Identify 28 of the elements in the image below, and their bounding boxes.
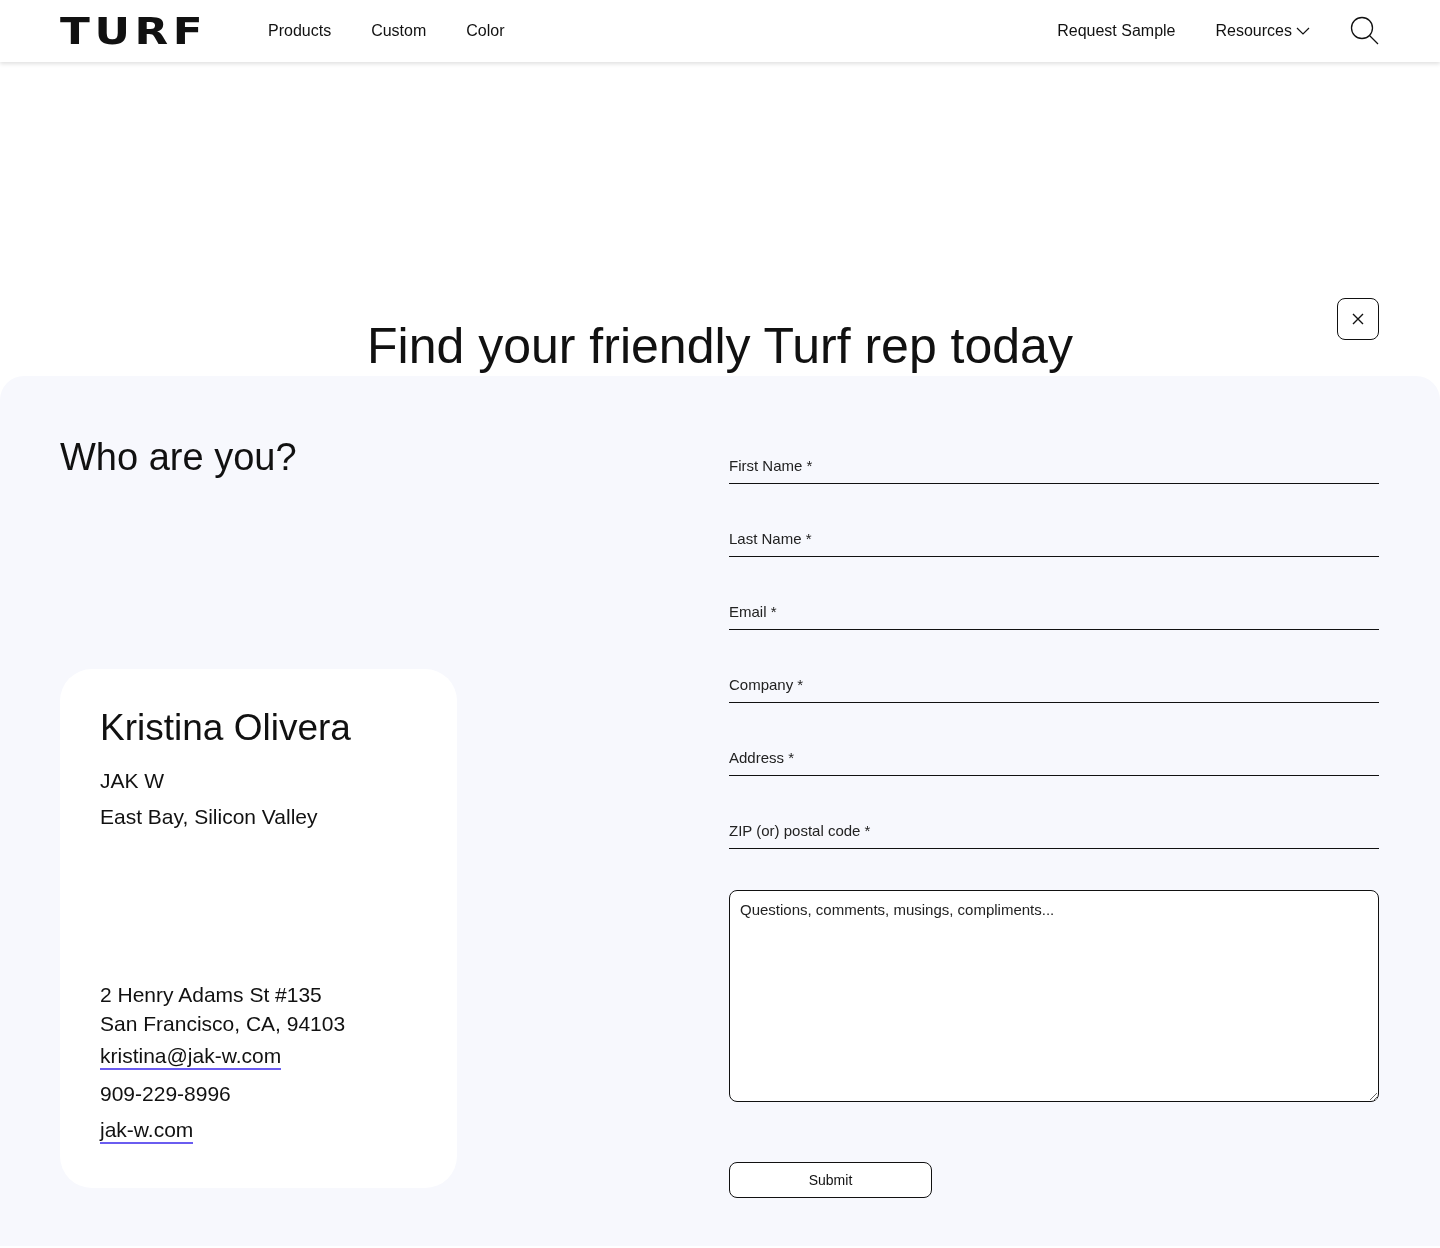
nav-link[interactable]: Color — [466, 22, 505, 40]
rep-region: East Bay, Silicon Valley — [100, 804, 319, 830]
nav-link[interactable]: Request Sample — [1057, 22, 1176, 40]
input-field[interactable]: Address * — [729, 740, 1379, 776]
message-field[interactable]: Questions, comments, musings, compliments... — [729, 890, 1379, 1102]
nav-link[interactable]: Custom — [371, 22, 427, 40]
phone-number: 909-229-8996 — [100, 1081, 232, 1107]
nav-dropdown[interactable]: Resources — [1215, 22, 1310, 40]
chevron-down-icon — [1296, 27, 1310, 35]
website-link[interactable]: jak-w.com — [100, 1118, 194, 1144]
submit-button[interactable]: Submit — [729, 1162, 932, 1198]
rep-company: JAK W — [100, 768, 166, 794]
input-field[interactable]: Last Name * — [729, 521, 1379, 557]
turf-logo[interactable]: TURF — [60, 12, 208, 50]
address-line: San Francisco, CA, 94103 — [100, 1011, 347, 1037]
input-field[interactable]: ZIP (or) postal code * — [729, 813, 1379, 849]
page-heading: Find your friendly Turf rep today — [367, 317, 1073, 376]
input-field[interactable]: Company * — [729, 667, 1379, 703]
form-title: Who are you? — [60, 436, 298, 479]
input-field[interactable]: First Name * — [729, 448, 1379, 484]
close-button[interactable] — [1337, 298, 1379, 340]
close-icon — [1352, 313, 1364, 325]
email-link[interactable]: kristina@jak-w.com — [100, 1044, 282, 1070]
nav-link[interactable]: Products — [268, 22, 332, 40]
address-line: 2 Henry Adams St #135 — [100, 982, 323, 1008]
search-icon[interactable] — [1350, 16, 1380, 46]
input-field[interactable]: Email * — [729, 594, 1379, 630]
rep-name: Kristina Olivera — [100, 707, 352, 749]
